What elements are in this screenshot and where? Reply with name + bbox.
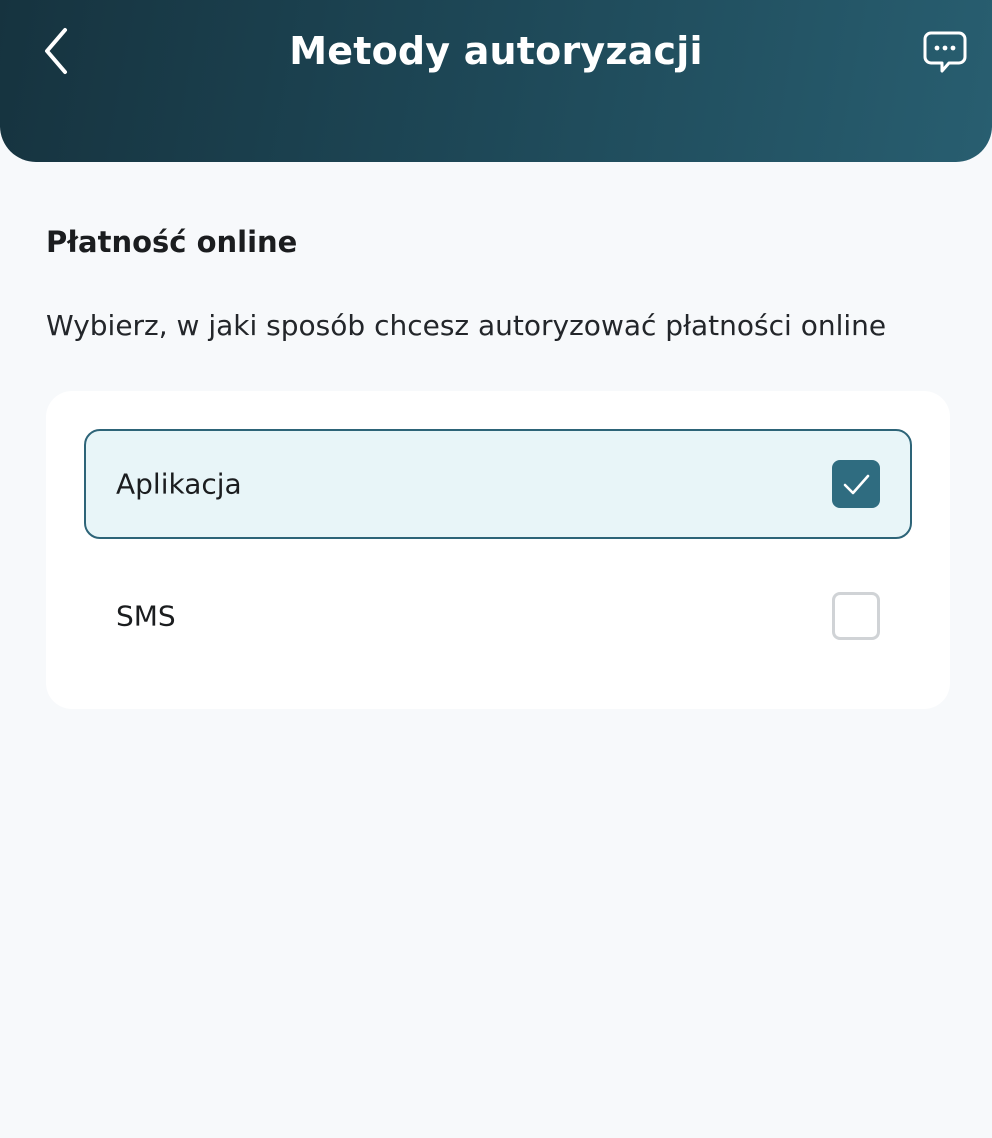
auth-method-card: Aplikacja SMS (46, 391, 950, 709)
option-aplikacja-checkbox[interactable] (832, 460, 880, 508)
section-title: Płatność online (46, 225, 298, 259)
page-title: Metody autoryzacji (289, 29, 703, 73)
app-header: Metody autoryzacji (0, 0, 992, 162)
section-description: Wybierz, w jaki sposób chcesz autoryzowa… (46, 309, 887, 342)
option-sms[interactable]: SMS (84, 561, 912, 671)
chat-button[interactable] (918, 24, 972, 78)
chat-bubble-icon (923, 31, 967, 73)
option-aplikacja[interactable]: Aplikacja (84, 429, 912, 539)
checkmark-icon (843, 474, 870, 495)
option-label: SMS (116, 599, 176, 633)
option-label: Aplikacja (116, 467, 242, 501)
option-sms-checkbox[interactable] (832, 592, 880, 640)
